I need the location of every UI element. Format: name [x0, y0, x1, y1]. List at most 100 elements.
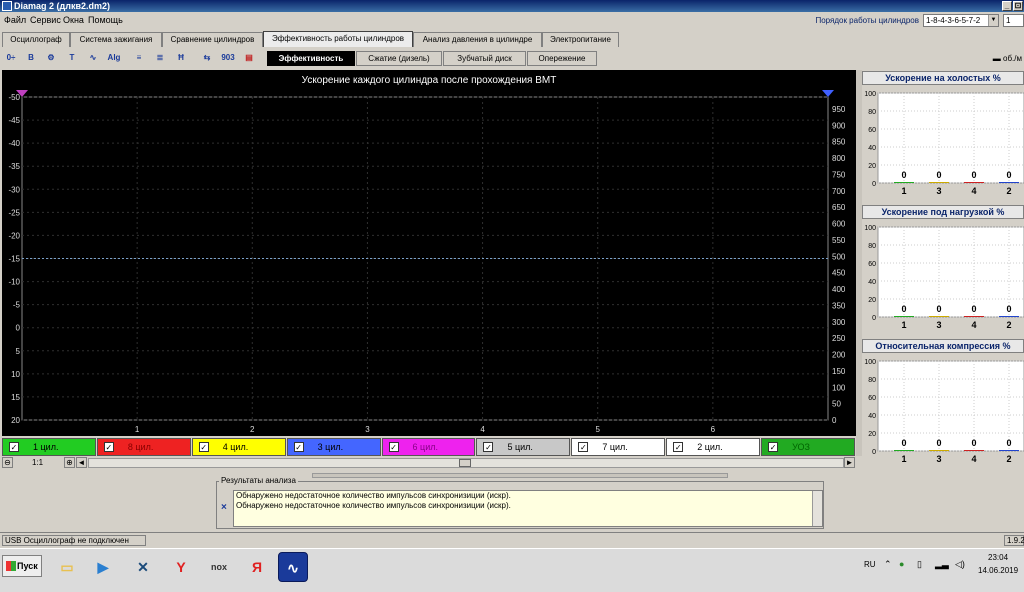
menu-windows[interactable]: Окна	[63, 15, 84, 25]
cylinder-toggle[interactable]: ✓ 6 цил.	[381, 438, 476, 456]
results-scrollbar[interactable]	[812, 491, 822, 526]
menu-service[interactable]: Сервис	[30, 15, 61, 25]
panel-idle-acceleration: Ускорение на холостых % 100 80 60 40 20 0 0 1 0 3…	[862, 71, 1024, 199]
bar-value-label: 0	[971, 170, 976, 180]
bars-icon[interactable]: ≣	[152, 50, 168, 66]
folder-icon[interactable]: ▭	[52, 552, 82, 582]
network-icon[interactable]: ▂▃	[935, 559, 949, 570]
count-stepper[interactable]: 1	[1003, 14, 1024, 27]
volume-icon[interactable]: ◁)	[955, 559, 965, 570]
start-label: Пуск	[17, 561, 38, 571]
rpm-icon[interactable]: 903	[220, 50, 236, 66]
y-tick-label: 0	[872, 315, 876, 322]
scroll-right-button[interactable]: ►	[844, 457, 855, 468]
menu-help[interactable]: Помощь	[88, 15, 123, 25]
tab-pressure-analysis[interactable]: Анализ давления в цилиндре	[413, 32, 542, 47]
checkbox-icon[interactable]: ✓	[198, 442, 209, 452]
compare-icon[interactable]: ⇆	[199, 50, 215, 66]
media-player-icon[interactable]: ▶	[88, 552, 118, 582]
scale-icon[interactable]: 0÷	[3, 50, 19, 66]
subtab-gear-disc[interactable]: Зубчатый диск	[443, 51, 526, 66]
tab-ignition-system[interactable]: Система зажигания	[70, 32, 162, 47]
cylinder-toggle[interactable]: ✓ 4 цил.	[191, 438, 286, 456]
yandex-icon[interactable]: Я	[242, 552, 272, 582]
checkbox-icon[interactable]: ✓	[673, 442, 684, 452]
subtab-compression-diesel[interactable]: Сжатие (дизель)	[356, 51, 442, 66]
checkbox-icon[interactable]: ✓	[388, 442, 399, 452]
cylinder-toggle[interactable]: ✓ 3 цил.	[286, 438, 381, 456]
x-tick-label: 5	[595, 425, 600, 434]
zoom-bar: ⊖ 1:1 ⊕ ◄ ►	[0, 457, 856, 469]
count-value: 1	[1006, 16, 1011, 25]
toolbar: 0÷ B ⚙ Т ∿ Alg ≡ ≣ Ħ ⇆ 903 ▤ Эффективнос…	[0, 48, 1024, 68]
cylinder-toggle[interactable]: ✓ 7 цил.	[571, 438, 666, 456]
show-hidden-icons-icon[interactable]: ⌃	[884, 559, 892, 570]
x-tick-label: 4	[480, 425, 485, 434]
sync-icon[interactable]: ≡	[131, 50, 147, 66]
right-marker-icon[interactable]	[822, 90, 834, 97]
firing-order-select[interactable]: 1-8-4-3-6-5-7-2 ▼	[923, 14, 999, 27]
clock-time[interactable]: 23:04	[988, 553, 1008, 562]
left-tick-label: -30	[8, 185, 20, 194]
subtab-efficiency[interactable]: Эффективность	[267, 51, 355, 66]
clock-date[interactable]: 14.06.2019	[978, 566, 1018, 575]
start-button[interactable]: Пуск	[2, 555, 42, 577]
table-icon[interactable]: ▤	[241, 50, 257, 66]
menu-file[interactable]: Файл	[4, 15, 26, 25]
maximize-button[interactable]: ⊡	[1013, 1, 1023, 11]
panel-splitter[interactable]	[856, 70, 862, 456]
zoom-out-button[interactable]: ⊖	[2, 457, 13, 468]
close-icon[interactable]: ×	[221, 502, 227, 513]
tdc-icon[interactable]: Т	[64, 50, 80, 66]
tab-oscilloscope[interactable]: Осциллограф	[2, 32, 70, 47]
cylinder-toggle[interactable]: ✓ УОЗ	[761, 438, 855, 456]
nox-icon[interactable]: nox	[204, 552, 234, 582]
scroll-thumb[interactable]	[459, 459, 471, 467]
right-tick-label: 450	[832, 269, 846, 278]
tab-cylinder-efficiency[interactable]: Эффективность работы цилиндров	[263, 31, 413, 47]
diamag-icon[interactable]: ∿	[278, 552, 308, 582]
chart-canvas: Ускорение каждого цилиндра после прохожд…	[8, 75, 846, 434]
cylinder-label: 7 цил.	[602, 442, 628, 452]
device-status: USB Осциллограф не подключен	[2, 535, 146, 546]
gear-icon[interactable]: ⚙	[43, 50, 59, 66]
y-tick-label: 40	[868, 145, 876, 152]
y-tick-label: 100	[864, 91, 876, 98]
checkbox-icon[interactable]: ✓	[768, 442, 779, 452]
checkbox-icon[interactable]: ✓	[293, 442, 304, 452]
minimize-button[interactable]: _	[1002, 1, 1012, 11]
window-title: Diamag 2 (длкв2.dm2)	[14, 1, 110, 11]
bar-category-label: 2	[1006, 186, 1011, 196]
subtab-advance[interactable]: Опережение	[527, 51, 597, 66]
filter-icon[interactable]: Ħ	[173, 50, 189, 66]
horizontal-scrollbar[interactable]	[88, 458, 844, 468]
y-tick-label: 80	[868, 243, 876, 250]
tab-cylinder-comparison[interactable]: Сравнение цилиндров	[162, 32, 263, 47]
checkbox-icon[interactable]: ✓	[103, 442, 114, 452]
cylinder-toggle[interactable]: ✓ 1 цил.	[2, 438, 96, 456]
usb-icon[interactable]: ▯	[917, 559, 922, 570]
cylinder-toggle[interactable]: ✓ 8 цил.	[96, 438, 191, 456]
checkbox-icon[interactable]: ✓	[9, 442, 19, 452]
scroll-left-button[interactable]: ◄	[76, 457, 87, 468]
splitter-handle[interactable]	[312, 473, 728, 478]
language-indicator[interactable]: RU	[864, 560, 876, 569]
bar-value-label: 0	[901, 438, 906, 448]
x-app-icon[interactable]: ✕	[128, 552, 158, 582]
panel-relative-compression: Относительная компрессия % 100 80 60 40 20 0 0…	[862, 339, 1024, 467]
algorithm-icon[interactable]: Alg	[106, 50, 122, 66]
bold-icon[interactable]: B	[23, 50, 39, 66]
bar-plot-area	[877, 92, 1024, 184]
yandex-browser-icon[interactable]: Y	[166, 552, 196, 582]
cylinder-toggle[interactable]: ✓ 2 цил.	[666, 438, 761, 456]
wave-icon[interactable]: ∿	[85, 50, 101, 66]
update-icon[interactable]: ●	[899, 559, 904, 569]
acceleration-chart[interactable]: Ускорение каждого цилиндра после прохожд…	[2, 70, 856, 436]
checkbox-icon[interactable]: ✓	[483, 442, 494, 452]
results-list[interactable]: Обнаружено недостаточное количество импу…	[233, 490, 823, 527]
tab-power-supply[interactable]: Электропитание	[542, 32, 619, 47]
zoom-in-button[interactable]: ⊕	[64, 457, 75, 468]
checkbox-icon[interactable]: ✓	[578, 442, 589, 452]
cylinder-toggle[interactable]: ✓ 5 цил.	[476, 438, 571, 456]
bar-value-label: 0	[971, 304, 976, 314]
